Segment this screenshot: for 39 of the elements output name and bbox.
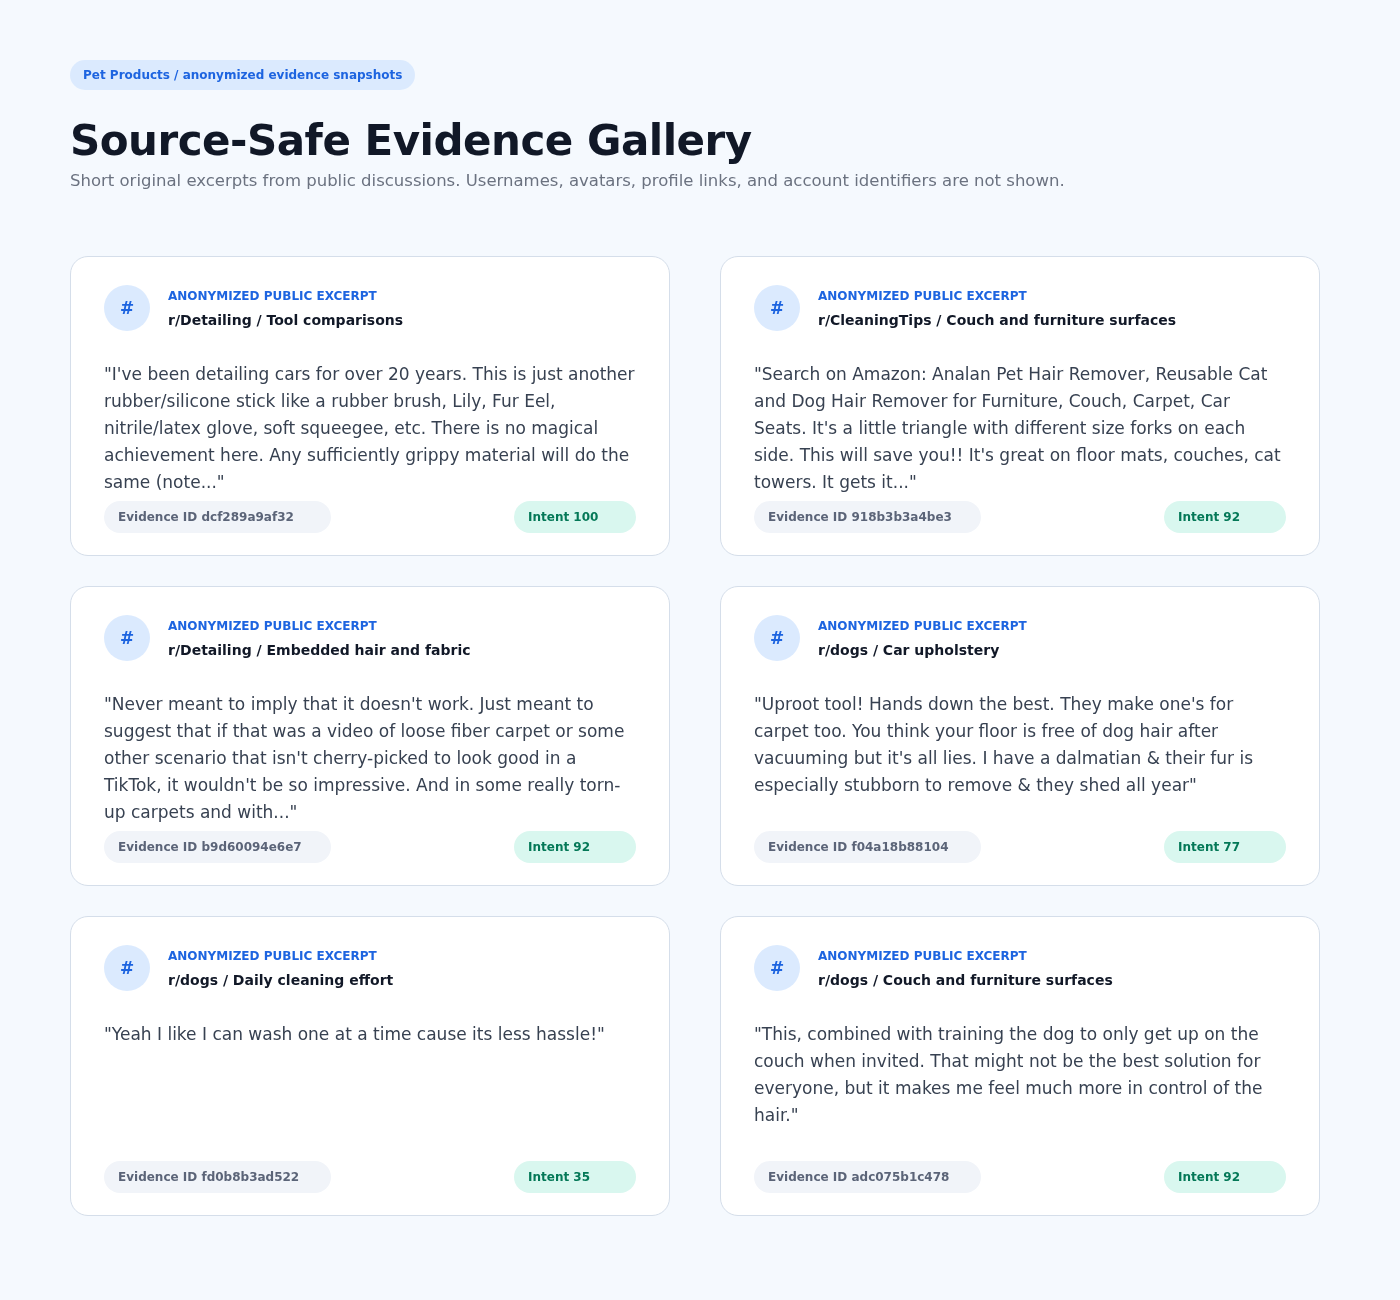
card-label: ANONYMIZED PUBLIC EXCERPT (168, 618, 377, 633)
card-label: ANONYMIZED PUBLIC EXCERPT (168, 288, 377, 303)
card-label: ANONYMIZED PUBLIC EXCERPT (818, 288, 1027, 303)
source-title: r/Detailing / Embedded hair and fabric (168, 641, 471, 658)
hash-icon: # (754, 945, 800, 991)
source-title: r/CleaningTips / Couch and furniture surfaces (818, 311, 1177, 328)
intent-tag: Intent 92 (1164, 1161, 1286, 1193)
hash-icon: # (104, 615, 150, 661)
hash-icon: # (104, 285, 150, 331)
evidence-id-tag: Evidence ID 918b3b3a4be3 (754, 501, 981, 533)
hash-icon: # (104, 945, 150, 991)
source-title: r/dogs / Car upholstery (818, 641, 1000, 658)
evidence-id-tag: Evidence ID dcf289a9af32 (104, 501, 331, 533)
intent-tag: Intent 92 (514, 831, 636, 863)
intent-tag: Intent 100 (514, 501, 636, 533)
evidence-id-tag: Evidence ID b9d60094e6e7 (104, 831, 331, 863)
breadcrumb-tag: Pet Products / anonymized evidence snapshots (70, 60, 416, 90)
excerpt-quote: "Search on Amazon: Analan Pet Hair Remover, Reusable Cat and Dog Hair Remover for Furniture, Couch, Carpet, Car Seats. It's a little triangle with different size forks on each side. This will save you!! It's great on floor mats, couches, cat towers. It gets it..." (754, 363, 1282, 494)
card-label: ANONYMIZED PUBLIC EXCERPT (818, 948, 1027, 963)
hash-icon: # (754, 285, 800, 331)
source-title: r/dogs / Couch and furniture surfaces (818, 971, 1113, 988)
excerpt-quote: "Never meant to imply that it doesn't work. Just meant to suggest that if that was a video of loose fiber carpet or some other scenario that isn't cherry-picked to look good in a TikTok, it wouldn't be so impressive. And in some really torn-up carpets and with..." (104, 693, 626, 824)
excerpt-quote: "Yeah I like I can wash one at a time cause its less hassle!" (104, 1023, 606, 1046)
excerpt-quote: "This, combined with training the dog to only get up on the couch when invited. That might not be the best solution for everyone, but it makes me feel much more in control of the hair." (754, 1023, 1264, 1127)
intent-tag: Intent 35 (514, 1161, 636, 1193)
excerpt-quote: "I've been detailing cars for over 20 years. This is just another rubber/silicone stick like a rubber brush, Lily, Fur Eel, nitrile/latex glove, soft squeegee, etc. There is no magical achievement here. Any sufficiently grippy material will do the same (note..." (104, 363, 636, 494)
card-label: ANONYMIZED PUBLIC EXCERPT (168, 948, 377, 963)
evidence-id-tag: Evidence ID f04a18b88104 (754, 831, 981, 863)
source-title: r/Detailing / Tool comparisons (168, 311, 404, 328)
page-subtitle: Short original excerpts from public discussions. Usernames, avatars, profile links, and account identifiers are not shown. (70, 171, 1065, 190)
source-title: r/dogs / Daily cleaning effort (168, 971, 394, 988)
hash-icon: # (754, 615, 800, 661)
intent-tag: Intent 77 (1164, 831, 1286, 863)
evidence-id-tag: Evidence ID fd0b8b3ad522 (104, 1161, 331, 1193)
card-label: ANONYMIZED PUBLIC EXCERPT (818, 618, 1027, 633)
evidence-id-tag: Evidence ID adc075b1c478 (754, 1161, 981, 1193)
intent-tag: Intent 92 (1164, 501, 1286, 533)
page-title: Source-Safe Evidence Gallery (70, 116, 752, 165)
excerpt-quote: "Uproot tool! Hands down the best. They make one's for carpet too. You think your floor is free of dog hair after vacuuming but it's all lies. I have a dalmatian & their fur is especially stubborn to remove & they shed all year" (754, 693, 1255, 797)
